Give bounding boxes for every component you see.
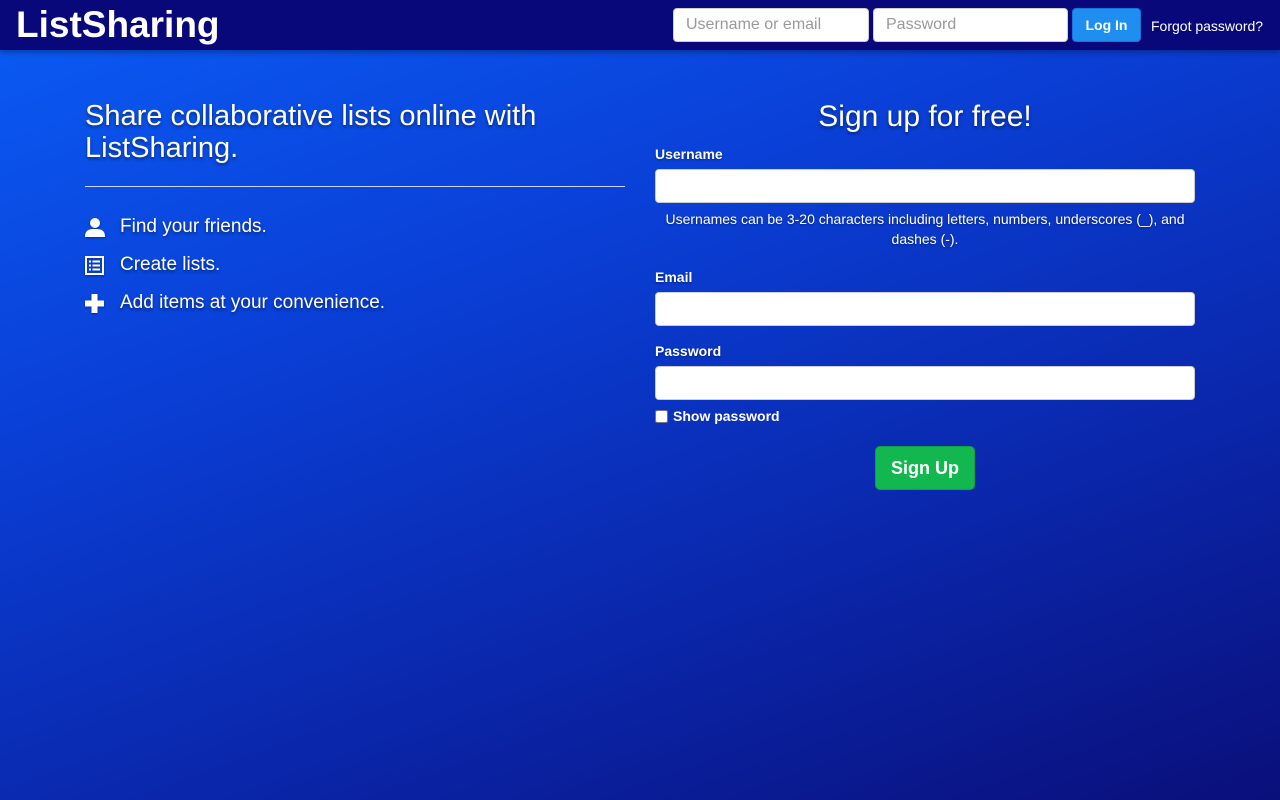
feature-item-lists: Create lists. (85, 246, 625, 284)
feature-item-items: Add items at your convenience. (85, 284, 625, 322)
username-help-text: Usernames can be 3-20 characters includi… (665, 211, 1185, 247)
plus-icon (85, 292, 120, 314)
brand-logo-link[interactable]: ListSharing (16, 5, 220, 45)
username-label: Username (655, 146, 723, 162)
signup-button[interactable]: Sign Up (875, 446, 975, 490)
user-icon (85, 216, 120, 238)
email-label: Email (655, 269, 693, 285)
show-password-toggle[interactable]: Show password (655, 408, 1195, 424)
list-icon (85, 254, 120, 276)
feature-label: Create lists. (120, 254, 221, 275)
top-navbar: ListSharing Log In Forgot password? (0, 0, 1280, 50)
feature-item-friends: Find your friends. (85, 208, 625, 246)
hero-divider (85, 186, 625, 187)
signup-form: Sign up for free! Username Usernames can… (655, 100, 1195, 490)
signup-password-input[interactable] (655, 366, 1195, 400)
feature-label: Add items at your convenience. (120, 292, 386, 313)
password-label: Password (655, 343, 722, 359)
signup-username-input[interactable] (655, 169, 1195, 203)
hero-title: Share collaborative lists online with Li… (85, 100, 537, 164)
hero-section: Share collaborative lists online with Li… (85, 100, 625, 322)
feature-label: Find your friends. (120, 216, 267, 237)
login-username-input[interactable] (673, 8, 869, 42)
show-password-label: Show password (673, 408, 780, 424)
signup-title: Sign up for free! (818, 100, 1032, 133)
login-password-input[interactable] (873, 8, 1068, 42)
signup-email-input[interactable] (655, 292, 1195, 326)
login-button[interactable]: Log In (1072, 8, 1141, 42)
show-password-checkbox[interactable] (655, 409, 668, 423)
feature-list: Find your friends. Create lists. Add ite… (85, 208, 625, 322)
forgot-password-link[interactable]: Forgot password? (1151, 17, 1263, 35)
